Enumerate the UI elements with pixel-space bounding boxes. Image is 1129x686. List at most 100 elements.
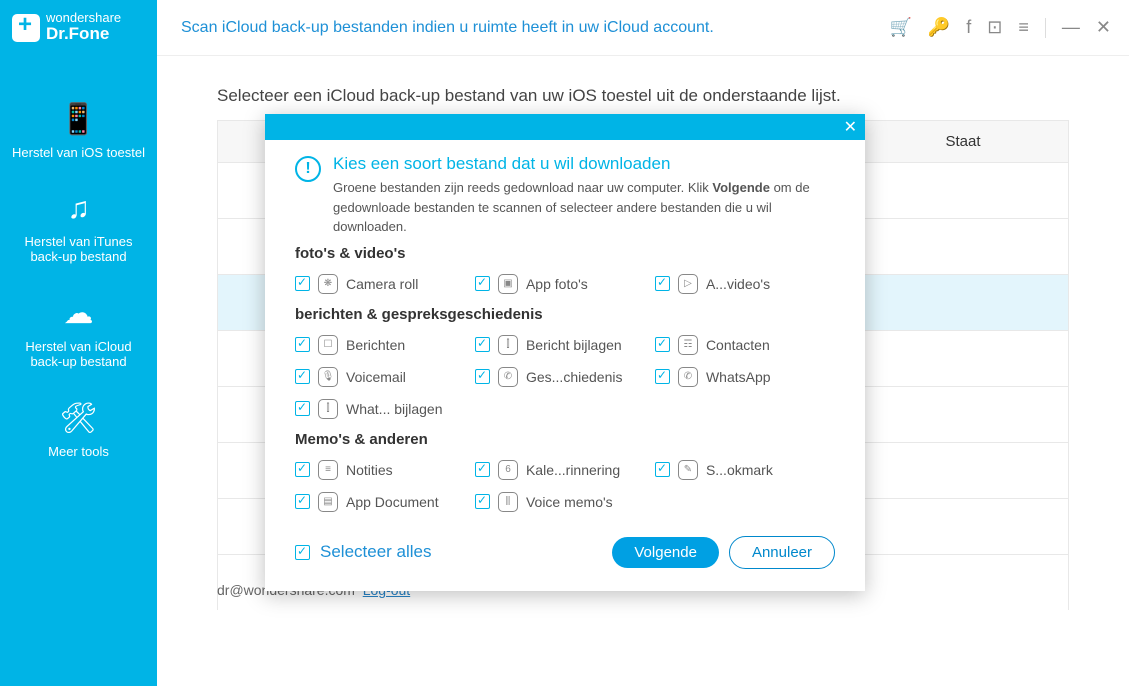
sidebar-item-tools[interactable]: 🛠 Meer tools xyxy=(0,385,157,475)
file-type-item[interactable]: ✎S...okmark xyxy=(655,454,835,486)
item-label: App Document xyxy=(346,494,439,510)
modal: ✕ ! Kies een soort bestand dat u wil dow… xyxy=(265,114,865,591)
sidebar: 📱 Herstel van iOS toestel ♫ Herstel van … xyxy=(0,56,157,686)
key-icon[interactable]: 🔑 xyxy=(928,17,950,38)
topbar: wondershare Dr.Fone Scan iCloud back-up … xyxy=(0,0,1129,56)
checkbox-icon[interactable] xyxy=(655,369,670,384)
checkbox-icon[interactable] xyxy=(475,494,490,509)
checkbox-icon[interactable] xyxy=(475,369,490,384)
tagline: Scan iCloud back-up bestanden indien u r… xyxy=(157,19,889,37)
file-type-item[interactable]: ≡Notities xyxy=(295,454,475,486)
checkbox-icon[interactable] xyxy=(655,337,670,352)
section-title: Memo's & anderen xyxy=(295,431,835,448)
minimize-icon[interactable]: — xyxy=(1062,17,1080,38)
file-type-item[interactable]: ❋ Camera roll xyxy=(295,268,475,300)
next-button[interactable]: Volgende xyxy=(612,537,719,568)
item-grid: ≡Notities 6 Kale...rinnering ✎S...okmark ▤ Ap… xyxy=(295,454,835,518)
modal-body: ! Kies een soort bestand dat u wil downl… xyxy=(265,140,865,518)
file-type-item[interactable]: ▷A...video's xyxy=(655,268,835,300)
file-type-item[interactable]: 6 Kale...rinnering xyxy=(475,454,655,486)
item-grid: ☐ Berichten ⫿ Bericht bijlagen ☶ Contacten 🎙 Vo… xyxy=(295,329,835,425)
cloud-icon: ☁ xyxy=(64,296,94,331)
file-icon: ▤ xyxy=(318,492,338,512)
checkbox-icon[interactable] xyxy=(475,276,490,291)
select-all-label: Selecteer alles xyxy=(320,542,432,562)
item-label: Ges...chiedenis xyxy=(526,369,623,385)
item-grid: ❋ Camera roll ▣ App foto's ▷A...video's xyxy=(295,268,835,300)
file-type-item[interactable]: ✆Ges...chiedenis xyxy=(475,361,655,393)
file-type-item[interactable]: ✆WhatsApp xyxy=(655,361,835,393)
file-icon: ☐ xyxy=(318,335,338,355)
menu-icon[interactable]: ≡ xyxy=(1018,17,1029,38)
sidebar-item-ios[interactable]: 📱 Herstel van iOS toestel xyxy=(0,86,157,176)
file-type-item[interactable]: ▣ App foto's xyxy=(475,268,655,300)
brand-line2: Dr.Fone xyxy=(46,24,109,43)
file-type-item[interactable]: ☐ Berichten xyxy=(295,329,475,361)
file-icon: ▣ xyxy=(498,274,518,294)
file-type-item[interactable]: ☶ Contacten xyxy=(655,329,835,361)
item-label: What... bijlagen xyxy=(346,401,443,417)
checkbox-icon[interactable] xyxy=(475,337,490,352)
modal-title: Kies een soort bestand dat u wil downloa… xyxy=(333,154,823,174)
facebook-icon[interactable]: f xyxy=(966,17,971,38)
logo-text: wondershare Dr.Fone xyxy=(46,11,121,44)
file-icon: ❋ xyxy=(318,274,338,294)
section-title: foto's & video's xyxy=(295,245,835,262)
separator xyxy=(1045,18,1046,38)
item-label: Contacten xyxy=(706,337,770,353)
checkbox-icon[interactable] xyxy=(655,462,670,477)
close-icon[interactable]: ✕ xyxy=(1096,17,1111,38)
file-type-item[interactable]: ▤ App Document xyxy=(295,486,475,518)
file-type-item[interactable]: ⫿What... bijlagen xyxy=(295,393,475,425)
checkbox-icon[interactable] xyxy=(475,462,490,477)
sidebar-label: Herstel van iTunes back-up bestand xyxy=(8,234,149,264)
file-type-item[interactable]: 🎙 Voicemail xyxy=(295,361,475,393)
modal-description: Groene bestanden zijn reeds gedownload n… xyxy=(333,178,823,237)
item-label: Kale...rinnering xyxy=(526,462,620,478)
checkbox-icon[interactable] xyxy=(295,369,310,384)
item-label: Camera roll xyxy=(346,276,418,292)
file-icon: ☶ xyxy=(678,335,698,355)
file-type-item[interactable]: ⫼Voice memo's xyxy=(475,486,655,518)
file-icon: ✎ xyxy=(678,460,698,480)
checkbox-icon[interactable] xyxy=(295,462,310,477)
item-label: Voice memo's xyxy=(526,494,613,510)
item-label: App foto's xyxy=(526,276,588,292)
checkbox-icon[interactable] xyxy=(295,276,310,291)
page-heading: Selecteer een iCloud back-up bestand van… xyxy=(217,86,1069,106)
col-state: Staat xyxy=(858,133,1068,150)
select-all[interactable]: Selecteer alles xyxy=(295,542,432,562)
sidebar-item-icloud[interactable]: ☁ Herstel van iCloud back-up bestand xyxy=(0,280,157,385)
section: foto's & video's ❋ Camera roll ▣ App foto's ▷… xyxy=(295,245,835,300)
checkbox-icon[interactable] xyxy=(295,337,310,352)
file-icon: 🎙 xyxy=(318,367,338,387)
cancel-button[interactable]: Annuleer xyxy=(729,536,835,569)
checkbox-icon[interactable] xyxy=(295,401,310,416)
modal-close-icon[interactable]: ✕ xyxy=(844,117,857,137)
sidebar-label: Herstel van iCloud back-up bestand xyxy=(8,339,149,369)
modal-header: ! Kies een soort bestand dat u wil downl… xyxy=(295,154,835,237)
item-label: Berichten xyxy=(346,337,405,353)
modal-footer: Selecteer alles Volgende Annuleer xyxy=(265,518,865,591)
sidebar-item-itunes[interactable]: ♫ Herstel van iTunes back-up bestand xyxy=(0,176,157,280)
brand-line1: wondershare xyxy=(46,11,121,25)
checkbox-icon[interactable] xyxy=(295,494,310,509)
cart-icon[interactable]: 🛒 xyxy=(889,17,911,38)
file-icon: ⫿ xyxy=(498,335,518,355)
modal-titlebar: ✕ xyxy=(265,114,865,140)
checkbox-icon[interactable] xyxy=(655,276,670,291)
top-tools: 🛒 🔑 f ⊡ ≡ — ✕ xyxy=(889,17,1129,38)
phone-icon: 📱 xyxy=(60,102,97,137)
checkbox-icon[interactable] xyxy=(295,545,310,560)
item-label: Bericht bijlagen xyxy=(526,337,622,353)
sidebar-label: Herstel van iOS toestel xyxy=(12,145,145,160)
item-label: Notities xyxy=(346,462,393,478)
section-title: berichten & gespreksgeschiedenis xyxy=(295,306,835,323)
file-type-item[interactable]: ⫿ Bericht bijlagen xyxy=(475,329,655,361)
info-icon: ! xyxy=(295,156,321,182)
file-icon: 6 xyxy=(498,460,518,480)
item-label: Voicemail xyxy=(346,369,406,385)
tools-icon: 🛠 xyxy=(59,401,97,436)
item-label: A...video's xyxy=(706,276,770,292)
feedback-icon[interactable]: ⊡ xyxy=(987,17,1002,38)
